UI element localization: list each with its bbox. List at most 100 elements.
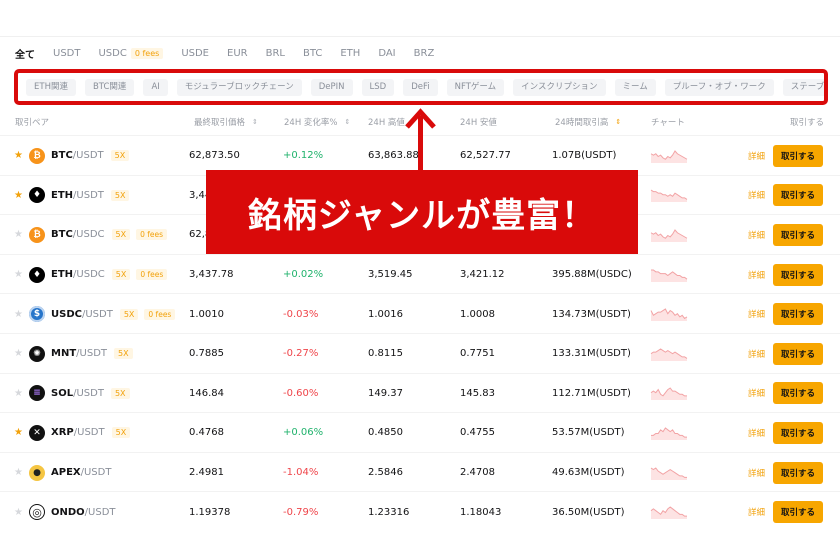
favorite-toggle[interactable]: ★ [14, 136, 23, 176]
star-icon[interactable]: ★ [14, 269, 23, 280]
genre-chip[interactable]: ステーブルコ [782, 79, 824, 96]
quote-tab-label: BRZ [413, 48, 435, 59]
favorite-toggle[interactable]: ★ [14, 492, 23, 532]
quote-tab[interactable]: BRZ [414, 48, 435, 59]
quote-tab[interactable]: ETH [340, 48, 360, 59]
table-row[interactable]: ★ ✺ MNT/USDT 5X 0.7885 -0.27% 0.8115 0.7751 133.… [0, 332, 840, 374]
trade-button[interactable]: 取引する [773, 144, 823, 167]
change-24h: -0.60% [283, 374, 318, 414]
trading-pair[interactable]: MNT/USDT 5X [51, 334, 133, 374]
genre-chip[interactable]: AI [143, 79, 168, 96]
trading-pair[interactable]: ONDO/USDT [51, 492, 116, 532]
trade-cell: 取引する [773, 334, 823, 374]
detail-cell: 詳細 [748, 334, 765, 374]
detail-cell: 詳細 [748, 294, 765, 334]
header-divider [0, 36, 840, 37]
detail-link[interactable]: 詳細 [748, 269, 765, 281]
quote-tab[interactable]: BRL [266, 48, 285, 59]
trading-pair[interactable]: SOL/USDT 5X [51, 374, 130, 414]
favorite-toggle[interactable]: ★ [14, 334, 23, 374]
trading-pair[interactable]: XRP/USDT 5X [51, 413, 131, 453]
star-icon[interactable]: ★ [14, 427, 23, 438]
sort-icon[interactable]: ⇕ [615, 118, 621, 126]
sort-icon[interactable]: ⇕ [345, 118, 351, 126]
last-price-value: 1.19378 [189, 506, 231, 518]
trade-cell: 取引する [773, 374, 823, 414]
header-volume[interactable]: 24時間取引高 ⇕ [555, 116, 621, 128]
trade-button[interactable]: 取引する [773, 223, 823, 246]
genre-chip[interactable]: ミーム [614, 79, 656, 96]
quote-tab[interactable]: 全て [15, 46, 35, 61]
volume-24h-value: 112.71M(USDT) [552, 387, 631, 399]
coin-icon-cell: ₿ [29, 215, 45, 255]
trading-pair[interactable]: USDC/USDT 5X 0 fees [51, 294, 176, 334]
quote-tab[interactable]: USDC 0 fees [98, 48, 164, 59]
star-icon[interactable]: ★ [14, 309, 23, 320]
sparkline-area [651, 309, 687, 322]
detail-link[interactable]: 詳細 [748, 427, 765, 439]
detail-link[interactable]: 詳細 [748, 506, 765, 518]
genre-chip[interactable]: DeFi [403, 79, 438, 96]
star-icon[interactable]: ★ [14, 388, 23, 399]
trade-button[interactable]: 取引する [773, 382, 823, 405]
table-row[interactable]: ★ ≡ SOL/USDT 5X 146.84 -0.60% 149.37 145.83 112.… [0, 372, 840, 414]
detail-link[interactable]: 詳細 [748, 467, 765, 479]
favorite-toggle[interactable]: ★ [14, 294, 23, 334]
star-icon[interactable]: ★ [14, 348, 23, 359]
detail-link[interactable]: 詳細 [748, 150, 765, 162]
trade-button[interactable]: 取引する [773, 461, 823, 484]
genre-chip[interactable]: LSD [361, 79, 395, 96]
trading-pair[interactable]: ETH/USDC 5X 0 fees [51, 255, 168, 295]
star-icon[interactable]: ★ [14, 467, 23, 478]
quote-tab[interactable]: USDE [181, 48, 209, 59]
trade-button[interactable]: 取引する [773, 501, 823, 524]
star-icon[interactable]: ★ [14, 229, 23, 240]
trading-pair[interactable]: BTC/USDT 5X [51, 136, 130, 176]
table-row[interactable]: ★ ♦ ETH/USDC 5X 0 fees 3,437.78 +0.02% 3,519.45… [0, 253, 840, 295]
table-row[interactable]: ★ ● APEX/USDT 2.4981 -1.04% 2.5846 2.4708 49.63… [0, 451, 840, 493]
quote-tab[interactable]: EUR [227, 48, 248, 59]
detail-link[interactable]: 詳細 [748, 387, 765, 399]
table-row[interactable]: ★ $ USDC/USDT 5X 0 fees 1.0010 -0.03% 1.0016 1.0… [0, 293, 840, 333]
genre-chip[interactable]: ETH関連 [26, 79, 76, 96]
star-icon[interactable]: ★ [14, 190, 23, 201]
sort-icon[interactable]: ⇕ [252, 118, 258, 126]
favorite-toggle[interactable]: ★ [14, 453, 23, 493]
genre-chip[interactable]: BTC関連 [84, 79, 135, 96]
trade-button[interactable]: 取引する [773, 303, 823, 326]
star-icon[interactable]: ★ [14, 150, 23, 161]
trade-button[interactable]: 取引する [773, 184, 823, 207]
quote-tab[interactable]: BTC [303, 48, 322, 59]
favorite-toggle[interactable]: ★ [14, 255, 23, 295]
genre-chip[interactable]: プルーフ・オブ・ワーク [664, 79, 774, 96]
trade-button[interactable]: 取引する [773, 263, 823, 286]
detail-link[interactable]: 詳細 [748, 308, 765, 320]
favorite-toggle[interactable]: ★ [14, 215, 23, 255]
trade-button[interactable]: 取引する [773, 421, 823, 444]
favorite-toggle[interactable]: ★ [14, 176, 23, 216]
high-24h-value: 0.8115 [368, 348, 403, 360]
high-24h: 1.0016 [368, 294, 403, 334]
trading-pair[interactable]: APEX/USDT [51, 453, 111, 493]
star-icon[interactable]: ★ [14, 507, 23, 518]
detail-link[interactable]: 詳細 [748, 348, 765, 360]
genre-chip[interactable]: モジュラーブロックチェーン [176, 79, 302, 96]
volume-24h-value: 53.57M(USDT) [552, 427, 625, 439]
table-row[interactable]: ★ ✕ XRP/USDT 5X 0.4768 +0.06% 0.4850 0.4755 53.5… [0, 412, 840, 452]
trading-pair[interactable]: ETH/USDT 5X [51, 176, 130, 216]
table-row[interactable]: ★ ◎ ONDO/USDT 1.19378 -0.79% 1.23316 1.18043 36… [0, 491, 840, 531]
detail-link[interactable]: 詳細 [748, 189, 765, 201]
genre-chip[interactable]: NFTゲーム [446, 79, 505, 96]
genre-chip[interactable]: DePIN [310, 79, 353, 96]
trading-pair[interactable]: BTC/USDC 5X 0 fees [51, 215, 168, 255]
quote-tab[interactable]: DAI [378, 48, 395, 59]
favorite-toggle[interactable]: ★ [14, 374, 23, 414]
favorite-toggle[interactable]: ★ [14, 413, 23, 453]
header-change[interactable]: 24H 変化率% ⇕ [284, 116, 350, 128]
trade-button[interactable]: 取引する [773, 342, 823, 365]
pair-quote: /USDT [76, 348, 108, 360]
detail-link[interactable]: 詳細 [748, 229, 765, 241]
header-last-price[interactable]: 最終取引価格 ⇕ [194, 116, 258, 128]
genre-chip[interactable]: インスクリプション [513, 79, 606, 96]
quote-tab[interactable]: USDT [53, 48, 80, 59]
